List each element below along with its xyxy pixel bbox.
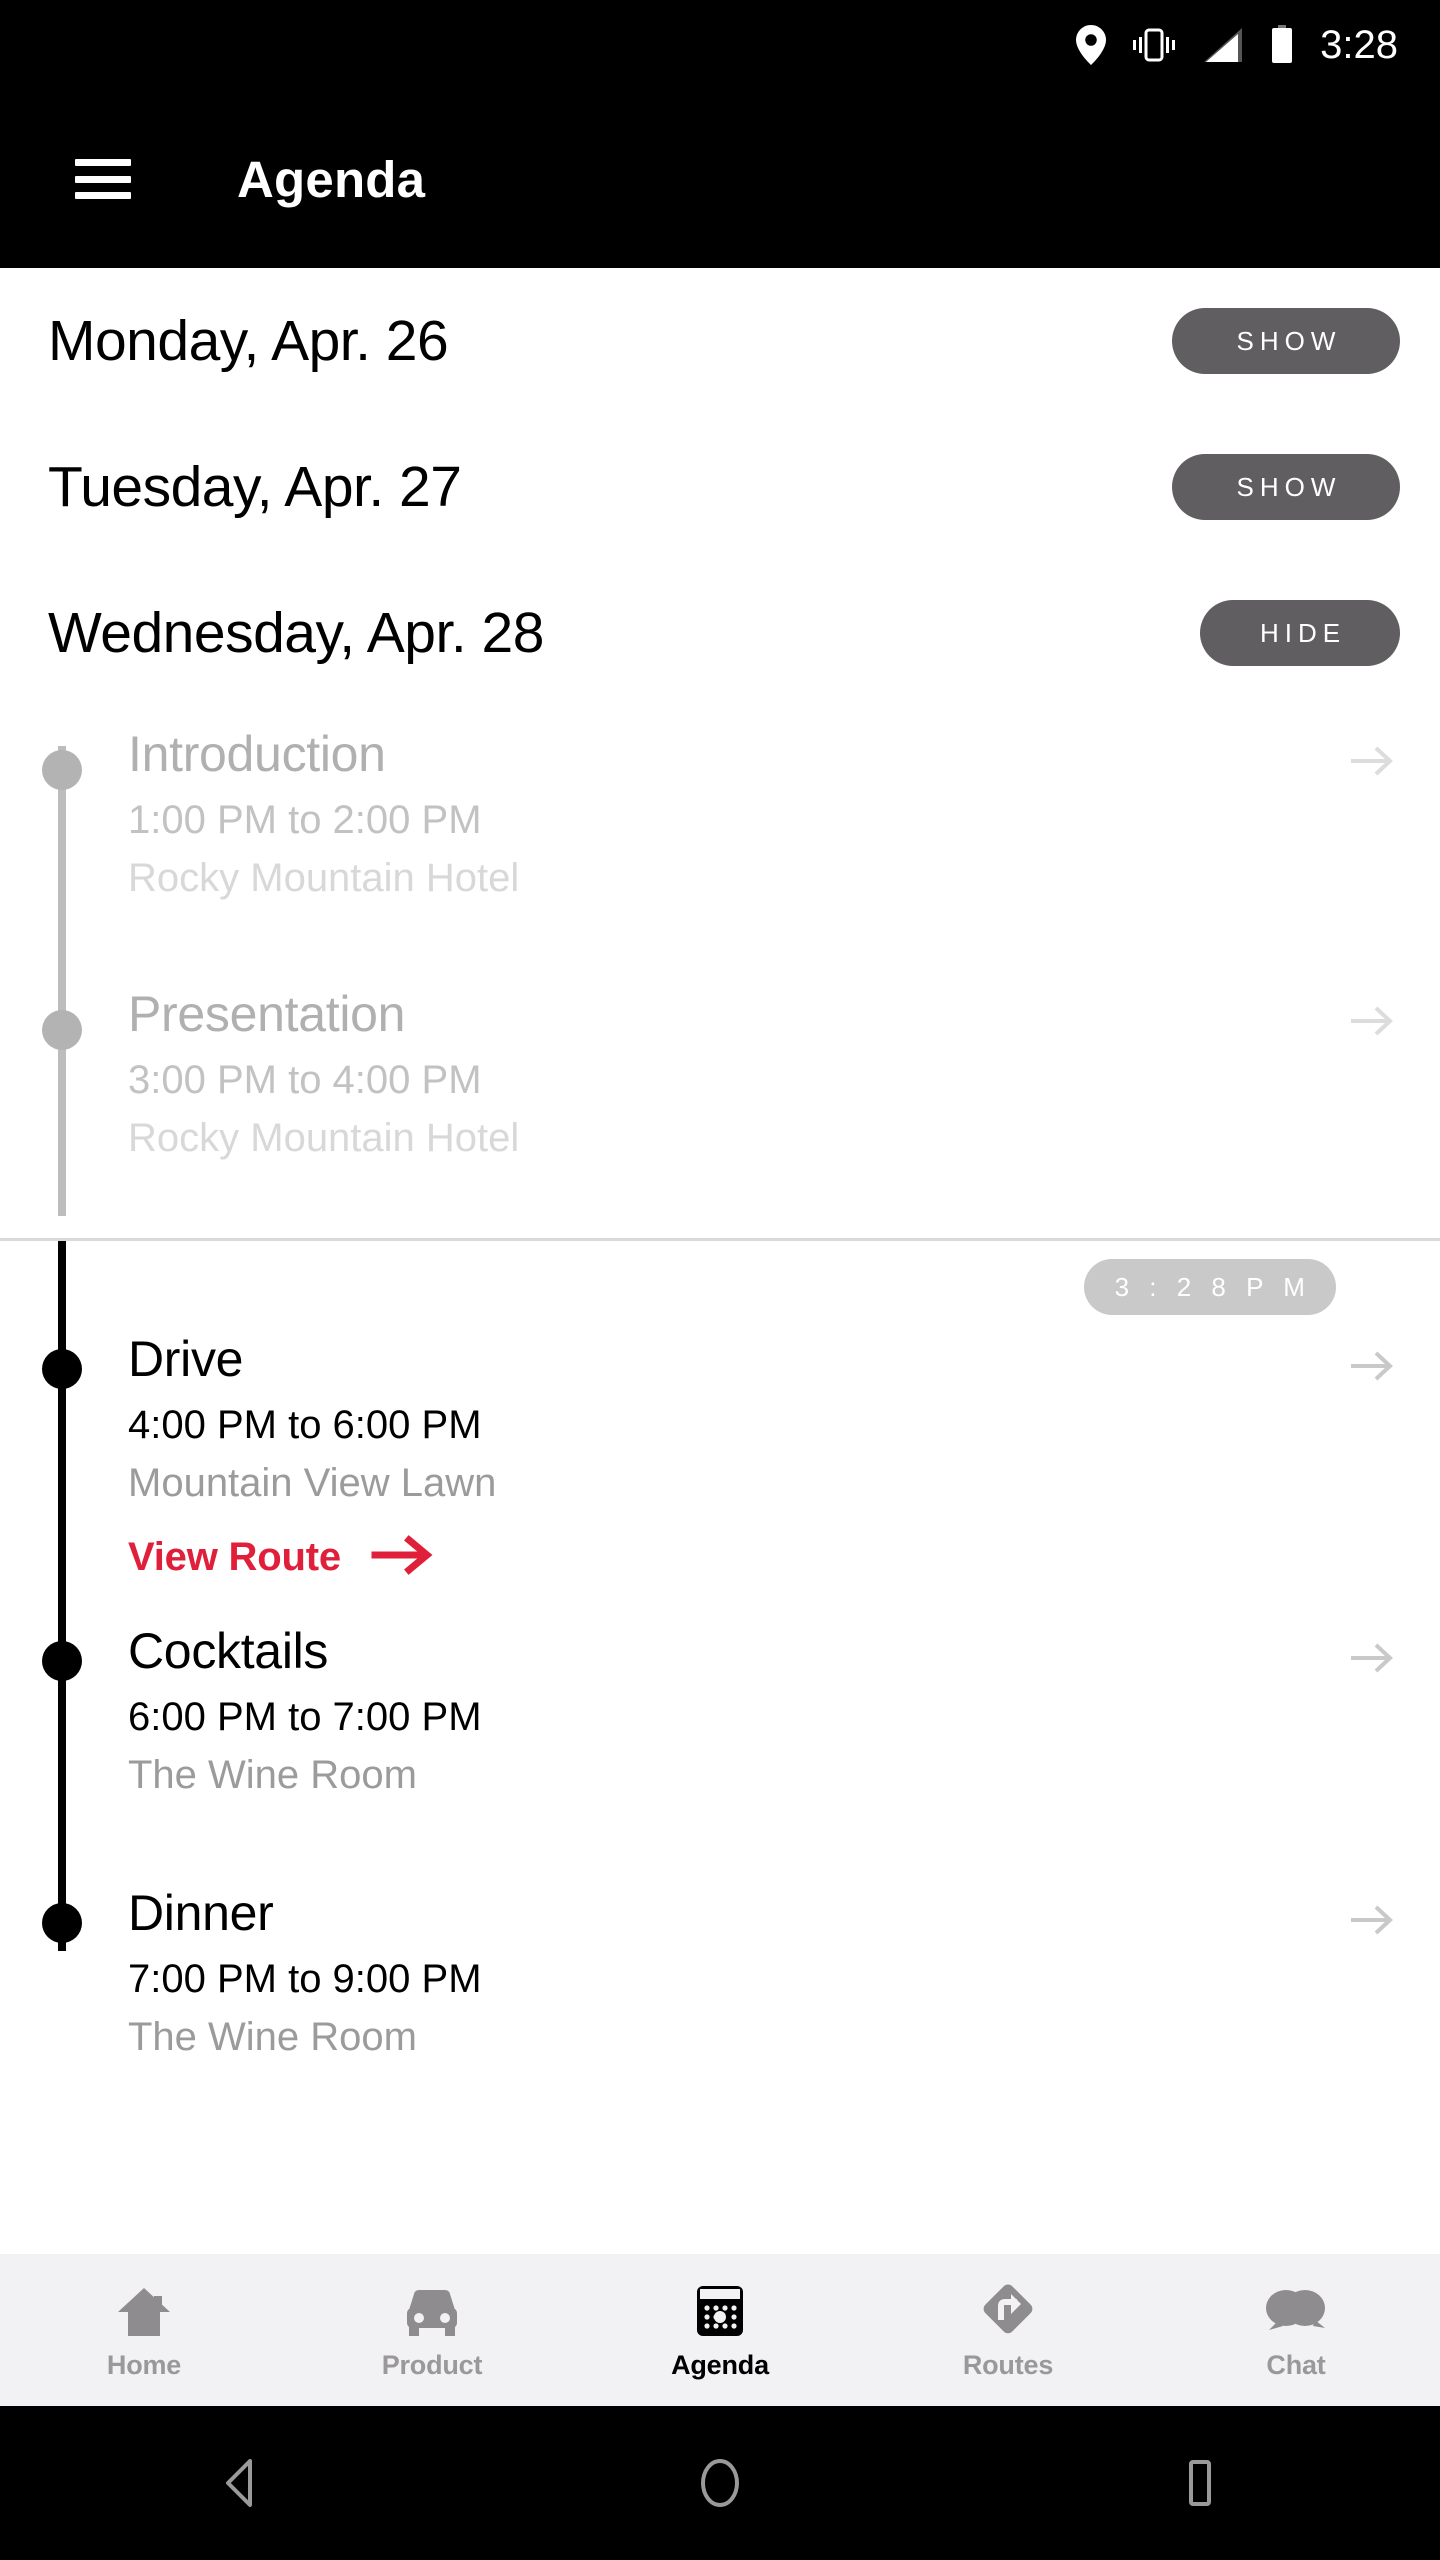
day-toggle-button-monday[interactable]: SHOW [1172,308,1400,374]
day-toggle-button-tuesday[interactable]: SHOW [1172,454,1400,520]
event-location: The Wine Room [128,2014,417,2059]
nav-item-home[interactable]: Home [0,2280,288,2381]
nav-label: Agenda [671,2349,769,2380]
timeline-dot [42,1010,82,1050]
current-time-badge: 3 : 2 8 P M [1084,1259,1336,1315]
nav-label: Routes [962,2349,1054,2380]
nav-label: Chat [1266,2349,1326,2380]
nav-item-agenda[interactable]: Agenda [576,2280,864,2381]
phone-screen: 3:28 Agenda Monday, Apr. 26 SHOW Tuesday… [0,0,1440,2560]
day-header-wednesday[interactable]: Wednesday, Apr. 28 HIDE [0,560,1440,706]
timeline-dot [42,1903,82,1943]
event-time: 1:00 PM to 2:00 PM [128,797,482,842]
status-bar-clock: 3:28 [1320,22,1398,67]
day-label: Monday, Apr. 26 [48,308,449,373]
day-header-tuesday[interactable]: Tuesday, Apr. 27 SHOW [0,414,1440,560]
now-divider [0,1238,1440,1241]
event-title: Introduction [128,726,386,782]
past-events-group: Introduction 1:00 PM to 2:00 PM Rocky Mo… [0,706,1440,1238]
event-time: 7:00 PM to 9:00 PM [128,1956,482,2001]
event-time: 4:00 PM to 6:00 PM [128,1402,482,1447]
view-route-arrow-icon [371,1533,435,1582]
event-location: Rocky Mountain Hotel [128,855,520,900]
timeline-dot [42,1349,82,1389]
back-triangle-icon[interactable] [180,2423,300,2543]
agenda-content: Monday, Apr. 26 SHOW Tuesday, Apr. 27 SH… [0,268,1440,2254]
event-title: Drive [128,1331,244,1387]
day-header-monday[interactable]: Monday, Apr. 26 SHOW [0,268,1440,414]
event-detail-arrow-icon[interactable] [1346,728,1400,780]
event-location: Rocky Mountain Hotel [128,1115,520,1160]
car-icon [402,2280,462,2338]
recents-square-icon[interactable] [1140,2423,1260,2543]
page-title: Agenda [237,150,426,208]
event-title: Cocktails [128,1623,329,1679]
event-time: 3:00 PM to 4:00 PM [128,1057,482,1102]
day-label: Tuesday, Apr. 27 [48,454,462,519]
signal-icon [1202,26,1244,64]
calendar-icon [695,2280,745,2338]
view-route-label: View Route [128,1534,341,1579]
event-location: The Wine Room [128,1752,417,1797]
app-bar: Agenda [0,90,1440,268]
timeline-dot [42,750,82,790]
event-dinner[interactable]: Dinner 7:00 PM to 9:00 PM The Wine Room [0,1887,1440,2149]
nav-label: Home [106,2349,182,2380]
day-toggle-button-wednesday[interactable]: HIDE [1200,600,1400,666]
event-detail-arrow-icon[interactable] [1346,1625,1400,1677]
now-time-badge-row: 3 : 2 8 P M [0,1241,1440,1333]
event-time: 6:00 PM to 7:00 PM [128,1694,482,1739]
nav-item-product[interactable]: Product [288,2280,576,2381]
bottom-navigation-bar: Home Product Agenda Routes Chat [0,2254,1440,2406]
location-pin-icon [1076,25,1107,65]
event-presentation[interactable]: Presentation 3:00 PM to 4:00 PM Rocky Mo… [0,988,1440,1238]
current-events-group: 3 : 2 8 P M Drive 4:00 PM to 6:00 PM Mou… [0,1241,1440,2149]
view-route-link[interactable]: View Route [128,1533,1346,1582]
event-cocktails[interactable]: Cocktails 6:00 PM to 7:00 PM The Wine Ro… [0,1625,1440,1887]
road-sign-icon [979,2280,1037,2338]
event-location: Mountain View Lawn [128,1460,497,1505]
nav-label: Product [381,2349,483,2380]
nav-item-chat[interactable]: Chat [1152,2280,1440,2381]
house-icon [116,2280,172,2338]
event-title: Presentation [128,986,406,1042]
event-detail-arrow-icon[interactable] [1346,988,1400,1040]
event-detail-arrow-icon[interactable] [1346,1333,1400,1385]
nav-item-routes[interactable]: Routes [864,2280,1152,2381]
status-bar: 3:28 [0,0,1440,90]
vibrate-icon [1132,25,1176,65]
day-label: Wednesday, Apr. 28 [48,600,544,665]
battery-icon [1270,25,1294,65]
event-introduction[interactable]: Introduction 1:00 PM to 2:00 PM Rocky Mo… [0,728,1440,988]
timeline-dot [42,1641,82,1681]
event-detail-arrow-icon[interactable] [1346,1887,1400,1939]
home-circle-icon[interactable] [660,2423,780,2543]
android-system-nav [0,2406,1440,2560]
event-drive[interactable]: Drive 4:00 PM to 6:00 PM Mountain View L… [0,1333,1440,1625]
event-title: Dinner [128,1885,274,1941]
speech-bubbles-icon [1265,2280,1327,2338]
hamburger-menu-icon[interactable] [75,159,131,199]
